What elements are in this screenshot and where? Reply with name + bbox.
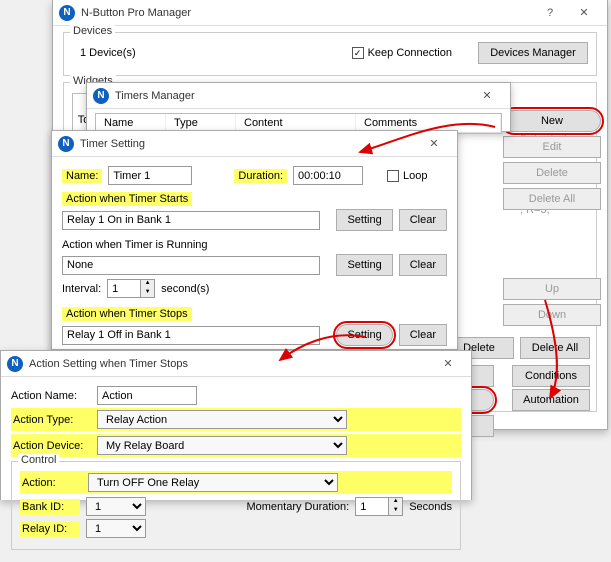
loop-label: Loop [403, 170, 427, 182]
start-action-input[interactable] [62, 211, 320, 230]
stop-action-input[interactable] [62, 326, 320, 345]
devices-group: Devices 1 Device(s) ✓ Keep Connection De… [63, 32, 597, 76]
edit-timer-button[interactable]: Edit [503, 136, 601, 158]
duration-input[interactable] [293, 166, 363, 185]
action-titlebar: N Action Setting when Timer Stops ✕ [1, 351, 471, 377]
delete-all-timers-button[interactable]: Delete All [503, 188, 601, 210]
section-start-label: Action when Timer Starts [62, 192, 192, 206]
interval-label: Interval: [62, 283, 101, 295]
close-icon[interactable]: ✕ [417, 131, 451, 156]
interval-input[interactable] [107, 279, 141, 298]
devices-legend: Devices [70, 25, 115, 37]
devices-manager-button[interactable]: Devices Manager [478, 42, 588, 64]
duration-label: Duration: [234, 169, 287, 183]
name-label: Name: [62, 169, 102, 183]
action-setting-window: N Action Setting when Timer Stops ✕ Acti… [0, 350, 472, 500]
action-name-label: Action Name: [11, 390, 91, 402]
momentary-label: Momentary Duration: [246, 501, 349, 513]
conditions-button[interactable]: Conditions [512, 365, 590, 387]
delete-all-button[interactable]: Delete All [520, 337, 590, 359]
running-clear-button[interactable]: Clear [399, 254, 447, 276]
action-name-input[interactable] [97, 386, 197, 405]
automation-button[interactable]: Automation [512, 389, 590, 411]
timers-title: Timers Manager [115, 90, 470, 102]
control-action-select[interactable]: Turn OFF One Relay [88, 473, 338, 492]
interval-spinner[interactable]: ▲▼ [107, 279, 155, 298]
action-device-label: Action Device: [13, 440, 91, 452]
chevron-up-icon[interactable]: ▲ [389, 498, 402, 507]
close-icon[interactable]: ✕ [567, 0, 601, 25]
control-action-label: Action: [22, 477, 82, 489]
stop-clear-button[interactable]: Clear [399, 324, 447, 346]
start-clear-button[interactable]: Clear [399, 209, 447, 231]
keep-connection-label: Keep Connection [368, 47, 452, 59]
device-count: 1 Device(s) [72, 47, 346, 59]
running-setting-button[interactable]: Setting [336, 254, 392, 276]
running-action-input[interactable] [62, 256, 320, 275]
action-type-label: Action Type: [13, 414, 91, 426]
timer-setting-window: N Timer Setting ✕ Name: Duration: Loop A… [51, 130, 458, 350]
bank-id-label: Bank ID: [20, 499, 80, 515]
main-title: N-Button Pro Manager [81, 7, 533, 19]
app-icon: N [58, 136, 74, 152]
start-setting-button[interactable]: Setting [336, 209, 392, 231]
section-running-label: Action when Timer is Running [62, 239, 447, 251]
stop-setting-button[interactable]: Setting [336, 324, 392, 346]
section-stop-label: Action when Timer Stops [62, 307, 192, 321]
chevron-down-icon[interactable]: ▼ [141, 289, 154, 298]
check-icon: ✓ [352, 47, 364, 59]
keep-connection-checkbox[interactable]: ✓ Keep Connection [352, 47, 452, 59]
up-button[interactable]: Up [503, 278, 601, 300]
new-timer-button[interactable]: New [503, 110, 601, 132]
checkbox-icon [387, 170, 399, 182]
down-button[interactable]: Down [503, 304, 601, 326]
app-icon: N [93, 88, 109, 104]
app-icon: N [7, 356, 23, 372]
action-title: Action Setting when Timer Stops [29, 358, 431, 370]
help-button[interactable]: ? [533, 0, 567, 25]
timer-name-input[interactable] [108, 166, 192, 185]
app-icon: N [59, 5, 75, 21]
loop-checkbox[interactable]: Loop [387, 170, 427, 182]
relay-id-label: Relay ID: [20, 521, 80, 537]
timers-titlebar: N Timers Manager ✕ [87, 83, 510, 109]
chevron-up-icon[interactable]: ▲ [141, 280, 154, 289]
control-legend: Control [18, 454, 59, 466]
seconds-label: Seconds [409, 501, 452, 513]
interval-unit: second(s) [161, 283, 209, 295]
timers-manager-window: N Timers Manager ✕ Name Type Content Com… [86, 82, 511, 132]
timer-setting-title: Timer Setting [80, 138, 417, 150]
action-type-select[interactable]: Relay Action [97, 410, 347, 429]
action-device-select[interactable]: My Relay Board [97, 436, 347, 455]
close-icon[interactable]: ✕ [431, 351, 465, 376]
main-titlebar: N N-Button Pro Manager ? ✕ [53, 0, 607, 26]
chevron-down-icon[interactable]: ▼ [389, 507, 402, 516]
close-icon[interactable]: ✕ [470, 83, 504, 108]
timer-setting-titlebar: N Timer Setting ✕ [52, 131, 457, 157]
delete-timer-button[interactable]: Delete [503, 162, 601, 184]
relay-id-select[interactable]: 1 [86, 519, 146, 538]
timers-side-buttons: New Edit Delete Delete All Up Down [503, 110, 601, 326]
